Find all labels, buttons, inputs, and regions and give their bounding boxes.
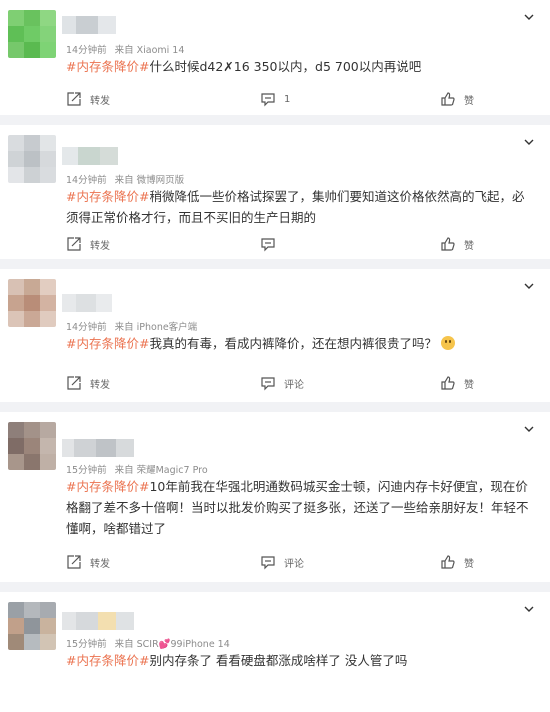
comment-button[interactable]: 评论 (260, 554, 304, 570)
like-label: 赞 (464, 379, 474, 391)
post-body: 我真的有毒，看成内裤降价，还在想内裤很贵了吗？ (149, 336, 437, 351)
post-source: 来自 微博网页版 (114, 175, 185, 186)
comment-button[interactable] (260, 236, 284, 252)
chevron-down-icon[interactable] (522, 279, 536, 293)
forward-button[interactable]: 转发 (66, 236, 110, 252)
post-source: 来自 SCIR💕99iPhone 14 (114, 639, 230, 650)
post-actions: 转发 1 赞 (0, 91, 550, 109)
hashtag-link[interactable]: #内存条降价# (66, 653, 149, 668)
chevron-down-icon[interactable] (522, 602, 536, 616)
post-time: 15分钟前 (66, 639, 107, 650)
forward-button[interactable]: 转发 (66, 375, 110, 391)
like-label: 赞 (464, 240, 474, 252)
forward-label: 转发 (90, 95, 110, 107)
username[interactable] (62, 16, 116, 34)
post-card: 15分钟前 来自 荣耀Magic7 Pro #内存条降价#10年前我在华强北明通数… (0, 412, 550, 582)
comment-icon (261, 238, 275, 252)
hashtag-link[interactable]: #内存条降价# (66, 59, 149, 74)
post-meta: 14分钟前 来自 微博网页版 (66, 172, 184, 186)
post-card: 15分钟前 来自 SCIR💕99iPhone 14 #内存条降价#别内存条了 看看… (0, 592, 550, 712)
thumbs-up-icon (441, 376, 455, 390)
chevron-down-icon[interactable] (522, 135, 536, 149)
post-text: #内存条降价#我真的有毒，看成内裤降价，还在想内裤很贵了吗？ (66, 333, 536, 354)
comment-count: 1 (284, 93, 291, 105)
like-button[interactable]: 赞 (440, 91, 474, 107)
forward-icon (67, 555, 81, 569)
hashtag-link[interactable]: #内存条降价# (66, 336, 149, 351)
forward-icon (67, 237, 81, 251)
chevron-down-icon[interactable] (522, 422, 536, 436)
post-meta: 14分钟前 来自 Xiaomi 14 (66, 42, 184, 56)
avatar[interactable] (8, 10, 56, 58)
comment-label: 评论 (284, 379, 304, 391)
comment-icon (261, 556, 275, 570)
avatar[interactable] (8, 602, 56, 650)
post-actions: 转发 赞 (0, 236, 550, 254)
username[interactable] (62, 294, 112, 312)
like-label: 赞 (464, 95, 474, 107)
post-actions: 转发 评论 赞 (0, 554, 550, 572)
post-text: #内存条降价#别内存条了 看看硬盘都涨成啥样了 没人管了吗 (66, 650, 536, 671)
avatar[interactable] (8, 422, 56, 470)
post-card: 14分钟前 来自 iPhone客户端 #内存条降价#我真的有毒，看成内裤降价，还在… (0, 269, 550, 402)
username[interactable] (62, 612, 134, 630)
forward-label: 转发 (90, 379, 110, 391)
post-text: #内存条降价#稍微降低一些价格试探罢了，集帅们要知道这价格依然高的飞起，必须得正… (66, 186, 536, 228)
thumbs-up-icon (441, 92, 455, 106)
hashtag-link[interactable]: #内存条降价# (66, 189, 149, 204)
post-body: 别内存条了 看看硬盘都涨成啥样了 没人管了吗 (149, 653, 408, 668)
emoji-icon (440, 336, 455, 350)
post-time: 14分钟前 (66, 322, 107, 333)
post-time: 14分钟前 (66, 175, 107, 186)
post-text: #内存条降价#什么时候d42✗16 350以内，d5 700以内再说吧 (66, 56, 536, 77)
forward-label: 转发 (90, 558, 110, 570)
like-button[interactable]: 赞 (440, 554, 474, 570)
comment-label: 评论 (284, 558, 304, 570)
post-meta: 15分钟前 来自 SCIR💕99iPhone 14 (66, 636, 230, 650)
forward-icon (67, 92, 81, 106)
avatar[interactable] (8, 135, 56, 183)
post-source: 来自 荣耀Magic7 Pro (114, 465, 208, 476)
post-actions: 转发 评论 赞 (0, 375, 550, 393)
post-source: 来自 iPhone客户端 (114, 322, 198, 333)
post-time: 14分钟前 (66, 45, 107, 56)
comment-button[interactable]: 1 (260, 91, 290, 107)
comment-icon (261, 93, 275, 107)
post-meta: 14分钟前 来自 iPhone客户端 (66, 319, 197, 333)
forward-icon (67, 376, 81, 390)
thumbs-up-icon (441, 237, 455, 251)
forward-button[interactable]: 转发 (66, 554, 110, 570)
thumbs-up-icon (441, 555, 455, 569)
feed: 14分钟前 来自 Xiaomi 14 #内存条降价#什么时候d42✗16 350以… (0, 0, 550, 712)
forward-label: 转发 (90, 240, 110, 252)
like-button[interactable]: 赞 (440, 375, 474, 391)
chevron-down-icon[interactable] (522, 10, 536, 24)
like-label: 赞 (464, 558, 474, 570)
hashtag-link[interactable]: #内存条降价# (66, 479, 149, 494)
post-body: 什么时候d42✗16 350以内，d5 700以内再说吧 (149, 59, 422, 74)
comment-button[interactable]: 评论 (260, 375, 304, 391)
forward-button[interactable]: 转发 (66, 91, 110, 107)
comment-icon (261, 377, 275, 391)
post-text: #内存条降价#10年前我在华强北明通数码城买金士顿，闪迪内存卡好便宜，现在价格翻… (66, 476, 536, 539)
post-card: 14分钟前 来自 微博网页版 #内存条降价#稍微降低一些价格试探罢了，集帅们要知道… (0, 125, 550, 259)
avatar[interactable] (8, 279, 56, 327)
username[interactable] (62, 439, 134, 457)
post-source: 来自 Xiaomi 14 (114, 45, 185, 56)
post-meta: 15分钟前 来自 荣耀Magic7 Pro (66, 462, 208, 476)
post-card: 14分钟前 来自 Xiaomi 14 #内存条降价#什么时候d42✗16 350以… (0, 0, 550, 115)
username[interactable] (62, 147, 118, 165)
post-time: 15分钟前 (66, 465, 107, 476)
like-button[interactable]: 赞 (440, 236, 474, 252)
